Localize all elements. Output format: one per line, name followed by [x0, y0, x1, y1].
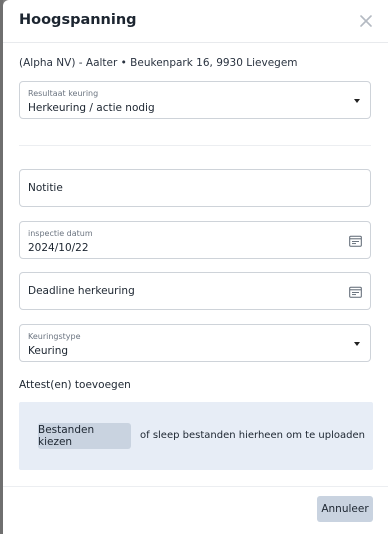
inspectie-datum-value: 2024/10/22: [28, 242, 89, 254]
keuringstype-value: Keuring: [28, 345, 69, 357]
file-dropzone[interactable]: Bestanden kiezen of sleep bestanden hier…: [19, 402, 373, 470]
resultaat-keuring-label: Resultaat keuring: [28, 89, 99, 98]
keuring-modal: Hoogspanning (Alpha NV) - Aalter • Beuke…: [3, 0, 388, 534]
close-button[interactable]: [358, 13, 374, 29]
location-subtitle: (Alpha NV) - Aalter • Beukenpark 16, 993…: [19, 57, 298, 69]
chevron-down-icon: [354, 342, 360, 346]
attest-section-label: Attest(en) toevoegen: [19, 379, 131, 391]
notitie-field[interactable]: Notitie: [19, 169, 371, 207]
modal-header: Hoogspanning: [3, 0, 388, 43]
deadline-herkeuring-field[interactable]: Deadline herkeuring: [19, 272, 371, 310]
section-divider: [19, 145, 371, 146]
modal-title: Hoogspanning: [19, 12, 137, 28]
resultaat-keuring-value: Herkeuring / actie nodig: [28, 102, 155, 114]
calendar-icon[interactable]: [349, 235, 362, 247]
inspectie-datum-field[interactable]: inspectie datum 2024/10/22: [19, 221, 371, 259]
notitie-placeholder: Notitie: [28, 182, 63, 194]
calendar-icon[interactable]: [349, 286, 362, 298]
deadline-herkeuring-placeholder: Deadline herkeuring: [28, 285, 135, 297]
inspectie-datum-label: inspectie datum: [28, 229, 93, 238]
cancel-button[interactable]: Annuleer: [317, 496, 373, 522]
footer-divider: [3, 486, 388, 487]
drop-hint-text: of sleep bestanden hierheen om te upload…: [140, 430, 365, 441]
keuringstype-label: Keuringstype: [28, 332, 81, 341]
resultaat-keuring-select[interactable]: Resultaat keuring Herkeuring / actie nod…: [19, 81, 371, 119]
choose-files-button[interactable]: Bestanden kiezen: [38, 423, 131, 449]
chevron-down-icon: [354, 99, 360, 103]
close-icon: [360, 15, 372, 27]
keuringstype-select[interactable]: Keuringstype Keuring: [19, 324, 371, 362]
